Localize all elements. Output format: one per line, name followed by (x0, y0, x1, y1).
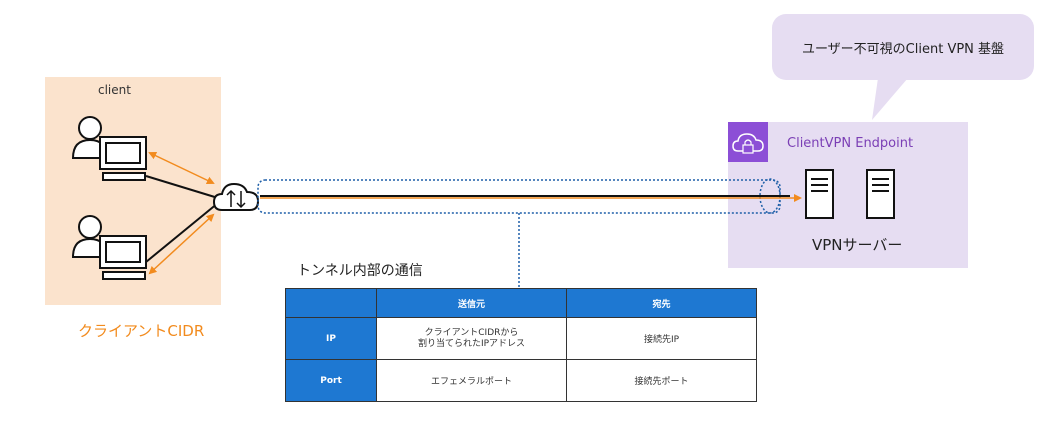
client-link-line (145, 202, 219, 263)
table-header-cell: 宛先 (566, 288, 757, 318)
callout-text: ユーザー不可視のClient VPN 基盤 (801, 41, 1005, 57)
client-cidr-label: クライアントCIDR (78, 322, 205, 340)
table-header-row: 送信元 宛先 (285, 288, 757, 318)
table-cell: 接続先IP (566, 317, 757, 360)
vpn-tunnel (257, 178, 802, 214)
laptop-icon (99, 136, 147, 181)
table-row: Port エフェメラルポート 接続先ポート (285, 359, 757, 402)
cell-text: クライアントCIDRから (424, 327, 519, 338)
cloud-icon (212, 182, 260, 211)
traffic-arrow (148, 213, 215, 275)
row-label: IP (285, 317, 377, 360)
table-cell: エフェメラルポート (376, 359, 567, 402)
cell-text: 割り当てられたIPアドレス (417, 338, 526, 349)
client-label: client (98, 83, 131, 97)
vpn-server-label: VPNサーバー (812, 236, 903, 254)
tunnel-communication-table: 送信元 宛先 IP クライアントCIDRから 割り当てられたIPアドレス 接続先… (285, 288, 757, 402)
server-icon (805, 169, 834, 219)
server-icon (866, 169, 895, 219)
row-label: Port (285, 359, 377, 402)
table-header-cell: 送信元 (376, 288, 567, 318)
table-header-cell (285, 288, 377, 318)
laptop-icon (99, 235, 147, 280)
endpoint-label: ClientVPN Endpoint (787, 136, 914, 151)
client-link-line (145, 175, 219, 199)
table-cell: 接続先ポート (566, 359, 757, 402)
table-row: IP クライアントCIDRから 割り当てられたIPアドレス 接続先IP (285, 317, 757, 360)
table-cell: クライアントCIDRから 割り当てられたIPアドレス (376, 317, 567, 360)
tunnel-label: トンネル内部の通信 (297, 263, 423, 279)
traffic-arrow (148, 151, 215, 185)
lock-icon (728, 122, 768, 162)
